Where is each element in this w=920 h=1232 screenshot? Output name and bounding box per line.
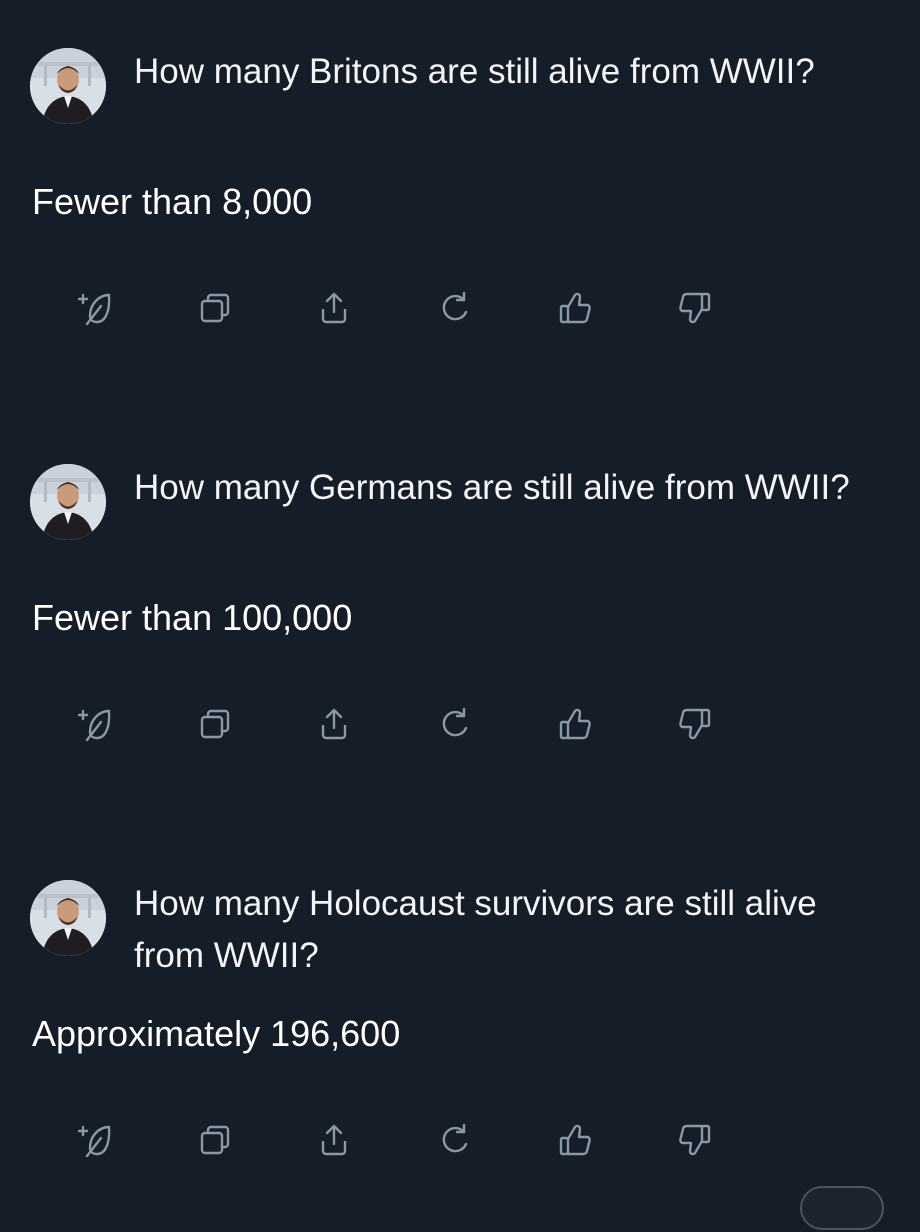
regenerate-with-feather-icon — [77, 709, 111, 742]
regenerate-with-feather-icon — [77, 1125, 111, 1158]
refresh-button[interactable] — [430, 1115, 480, 1165]
refresh-icon — [442, 1123, 468, 1153]
assistant-answer: Fewer than 8,000 — [32, 181, 313, 222]
copy-icon — [200, 1125, 230, 1155]
thumbs-up-button[interactable] — [550, 1115, 600, 1165]
thumbs-up-button[interactable] — [550, 699, 600, 749]
thumbs-down-button[interactable] — [670, 699, 720, 749]
share-icon — [321, 1124, 347, 1156]
refresh-button[interactable] — [430, 283, 480, 333]
avatar[interactable] — [30, 48, 106, 124]
avatar[interactable] — [30, 464, 106, 540]
thumbs-up-icon — [559, 708, 591, 740]
thumbs-up-button[interactable] — [550, 283, 600, 333]
user-question: How many Holocaust survivors are still a… — [134, 884, 817, 975]
regenerate-with-feather-icon — [77, 293, 111, 326]
avatar[interactable] — [30, 880, 106, 956]
thumbs-down-button[interactable] — [670, 283, 720, 333]
user-question: How many Britons are still alive from WW… — [134, 52, 815, 91]
refresh-button[interactable] — [430, 699, 480, 749]
thumbs-up-icon — [559, 1124, 591, 1156]
copy-button[interactable] — [190, 283, 240, 333]
assistant-answer: Approximately 196,600 — [32, 1013, 401, 1054]
thumbs-up-icon — [559, 292, 591, 324]
share-button[interactable] — [309, 699, 359, 749]
copy-button[interactable] — [190, 699, 240, 749]
thumbs-down-icon — [679, 292, 711, 324]
user-question: How many Germans are still alive from WW… — [134, 468, 850, 507]
copy-button[interactable] — [190, 1115, 240, 1165]
share-icon — [321, 292, 347, 324]
message-pair: How many Britons are still alive from WW… — [0, 0, 920, 400]
refresh-icon — [442, 291, 468, 321]
scroll-to-bottom-button[interactable] — [800, 1186, 884, 1230]
message-actions — [0, 283, 920, 333]
share-button[interactable] — [309, 1115, 359, 1165]
message-actions — [0, 1115, 920, 1165]
copy-icon — [200, 709, 230, 739]
regenerate-with-feather-button[interactable] — [70, 283, 120, 333]
share-button[interactable] — [309, 283, 359, 333]
message-actions — [0, 699, 920, 749]
assistant-answer: Fewer than 100,000 — [32, 597, 353, 638]
regenerate-with-feather-button[interactable] — [70, 699, 120, 749]
message-pair: How many Holocaust survivors are still a… — [0, 832, 920, 1232]
share-icon — [321, 708, 347, 740]
regenerate-with-feather-button[interactable] — [70, 1115, 120, 1165]
thumbs-down-button[interactable] — [670, 1115, 720, 1165]
thumbs-down-icon — [679, 708, 711, 740]
message-pair: How many Germans are still alive from WW… — [0, 416, 920, 816]
refresh-icon — [442, 707, 468, 737]
thumbs-down-icon — [679, 1124, 711, 1156]
copy-icon — [200, 293, 230, 323]
